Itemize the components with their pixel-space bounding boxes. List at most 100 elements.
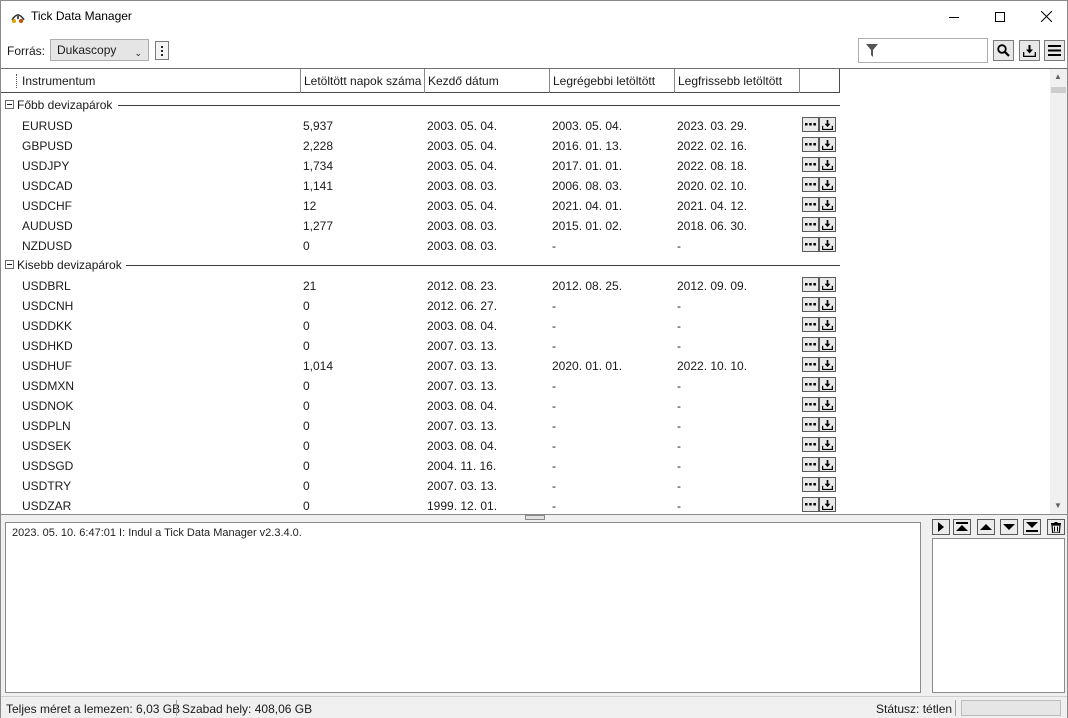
row-options-button[interactable] xyxy=(802,337,819,352)
row-options-button[interactable] xyxy=(802,417,819,432)
collapse-icon[interactable] xyxy=(5,260,14,269)
newest-downloaded-cell: 2023. 03. 29. xyxy=(677,119,748,133)
row-options-button[interactable] xyxy=(802,317,819,332)
row-download-button[interactable] xyxy=(819,337,836,352)
splitter-handle[interactable] xyxy=(525,515,545,520)
filter-input[interactable] xyxy=(883,41,983,60)
search-button[interactable] xyxy=(993,40,1014,61)
row-options-button[interactable] xyxy=(802,377,819,392)
column-header-start-date[interactable]: Kezdő dátum xyxy=(425,69,550,93)
table-row[interactable]: USDPLN 0 2007. 03. 13. - - xyxy=(1,415,840,435)
row-download-button[interactable] xyxy=(819,217,836,232)
row-download-button[interactable] xyxy=(819,297,836,312)
group-header[interactable]: Főbb devizapárok xyxy=(1,95,840,115)
table-row[interactable]: USDCNH 0 2012. 06. 27. - - xyxy=(1,295,840,315)
table-row[interactable]: EURUSD 5,937 2003. 05. 04. 2003. 05. 04. 202… xyxy=(1,115,840,135)
grid-header: Instrumentum Letöltött napok száma Kezdő… xyxy=(1,69,840,93)
row-download-button[interactable] xyxy=(819,457,836,472)
row-download-button[interactable] xyxy=(819,397,836,412)
row-download-button[interactable] xyxy=(819,317,836,332)
collapse-icon[interactable] xyxy=(5,100,14,109)
table-row[interactable]: USDHKD 0 2007. 03. 13. - - xyxy=(1,335,840,355)
table-row[interactable]: USDZAR 0 1999. 12. 01. - - xyxy=(1,495,840,514)
row-options-button[interactable] xyxy=(802,357,819,372)
row-options-button[interactable] xyxy=(802,137,819,152)
oldest-downloaded-cell: 2015. 01. 02. xyxy=(552,219,623,233)
more-dots-icon xyxy=(805,383,816,386)
play-button[interactable] xyxy=(932,519,950,535)
column-header-instrument[interactable]: Instrumentum xyxy=(19,69,301,93)
oldest-downloaded-cell: - xyxy=(552,239,556,253)
table-row[interactable]: USDMXN 0 2007. 03. 13. - - xyxy=(1,375,840,395)
table-row[interactable]: GBPUSD 2,228 2003. 05. 04. 2016. 01. 13. 202… xyxy=(1,135,840,155)
row-options-button[interactable] xyxy=(802,277,819,292)
column-header-oldest-downloaded[interactable]: Legrégebbi letöltött xyxy=(550,69,675,93)
clear-log-button[interactable] xyxy=(1047,519,1065,535)
table-row[interactable]: USDBRL 21 2012. 08. 23. 2012. 08. 25. 2012. … xyxy=(1,275,840,295)
row-options-button[interactable] xyxy=(802,157,819,172)
scroll-up-icon[interactable]: ▲ xyxy=(1054,72,1062,81)
source-dropdown[interactable]: Dukascopy ⌄ xyxy=(50,39,149,61)
row-download-button[interactable] xyxy=(819,417,836,432)
triangle-down-icon xyxy=(1003,524,1015,530)
table-row[interactable]: USDHUF 1,014 2007. 03. 13. 2020. 01. 01. 202… xyxy=(1,355,840,375)
row-options-button[interactable] xyxy=(802,397,819,412)
row-download-button[interactable] xyxy=(819,437,836,452)
table-row[interactable]: USDSGD 0 2004. 11. 16. - - xyxy=(1,455,840,475)
column-header-newest-downloaded[interactable]: Legfrissebb letöltött xyxy=(675,69,800,93)
table-row[interactable]: NZDUSD 0 2003. 08. 03. - - xyxy=(1,235,840,255)
scroll-down-button[interactable] xyxy=(1000,519,1018,535)
table-row[interactable]: USDCHF 12 2003. 05. 04. 2021. 04. 01. 2021. … xyxy=(1,195,840,215)
download-all-button[interactable] xyxy=(1019,40,1040,61)
table-row[interactable]: USDJPY 1,734 2003. 05. 04. 2017. 01. 01. 202… xyxy=(1,155,840,175)
row-download-button[interactable] xyxy=(819,137,836,152)
row-options-button[interactable] xyxy=(802,217,819,232)
maximize-button[interactable] xyxy=(977,1,1023,32)
menu-button[interactable] xyxy=(1044,40,1065,61)
column-header-downloaded-days[interactable]: Letöltött napok száma xyxy=(301,69,425,93)
table-row[interactable]: USDNOK 0 2003. 08. 04. - - xyxy=(1,395,840,415)
row-download-button[interactable] xyxy=(819,497,836,512)
source-options-button[interactable] xyxy=(155,41,169,60)
row-options-button[interactable] xyxy=(802,297,819,312)
scrollbar-thumb[interactable] xyxy=(1051,87,1066,93)
downloaded-days-cell: 1,277 xyxy=(303,219,334,233)
row-options-button[interactable] xyxy=(802,477,819,492)
close-button[interactable] xyxy=(1023,1,1068,32)
table-row[interactable]: USDSEK 0 2003. 08. 04. - - xyxy=(1,435,840,455)
scroll-up-button[interactable] xyxy=(977,519,995,535)
scroll-to-top-button[interactable] xyxy=(953,519,971,535)
row-download-button[interactable] xyxy=(819,197,836,212)
table-row[interactable]: AUDUSD 1,277 2003. 08. 03. 2015. 01. 02. 201… xyxy=(1,215,840,235)
scroll-down-icon[interactable]: ▼ xyxy=(1054,501,1062,510)
row-options-button[interactable] xyxy=(802,437,819,452)
row-options-button[interactable] xyxy=(802,177,819,192)
row-options-button[interactable] xyxy=(802,497,819,512)
start-date-cell: 2007. 03. 13. xyxy=(427,339,498,353)
table-row[interactable]: USDTRY 0 2007. 03. 13. - - xyxy=(1,475,840,495)
row-download-button[interactable] xyxy=(819,357,836,372)
row-download-button[interactable] xyxy=(819,117,836,132)
row-download-button[interactable] xyxy=(819,237,836,252)
row-options-button[interactable] xyxy=(802,197,819,212)
row-download-button[interactable] xyxy=(819,277,836,292)
scroll-to-bottom-button[interactable] xyxy=(1023,519,1041,535)
table-row[interactable]: USDCAD 1,141 2003. 08. 03. 2006. 08. 03. 202… xyxy=(1,175,840,195)
drag-handle-icon[interactable] xyxy=(16,74,18,88)
row-download-button[interactable] xyxy=(819,477,836,492)
group-header[interactable]: Kisebb devizapárok xyxy=(1,255,840,275)
row-download-button[interactable] xyxy=(819,377,836,392)
row-options-button[interactable] xyxy=(802,117,819,132)
row-options-button[interactable] xyxy=(802,457,819,472)
row-download-button[interactable] xyxy=(819,157,836,172)
vertical-scrollbar[interactable]: ▲ ▼ xyxy=(1050,69,1067,514)
row-download-button[interactable] xyxy=(819,177,836,192)
filter-box[interactable] xyxy=(858,38,988,63)
downloaded-days-cell: 2,228 xyxy=(303,139,334,153)
maximize-icon xyxy=(995,11,1005,22)
more-dots-icon xyxy=(805,203,816,206)
table-row[interactable]: USDDKK 0 2003. 08. 04. - - xyxy=(1,315,840,335)
triangle-up-icon xyxy=(980,524,992,530)
minimize-button[interactable] xyxy=(931,1,977,32)
row-options-button[interactable] xyxy=(802,237,819,252)
